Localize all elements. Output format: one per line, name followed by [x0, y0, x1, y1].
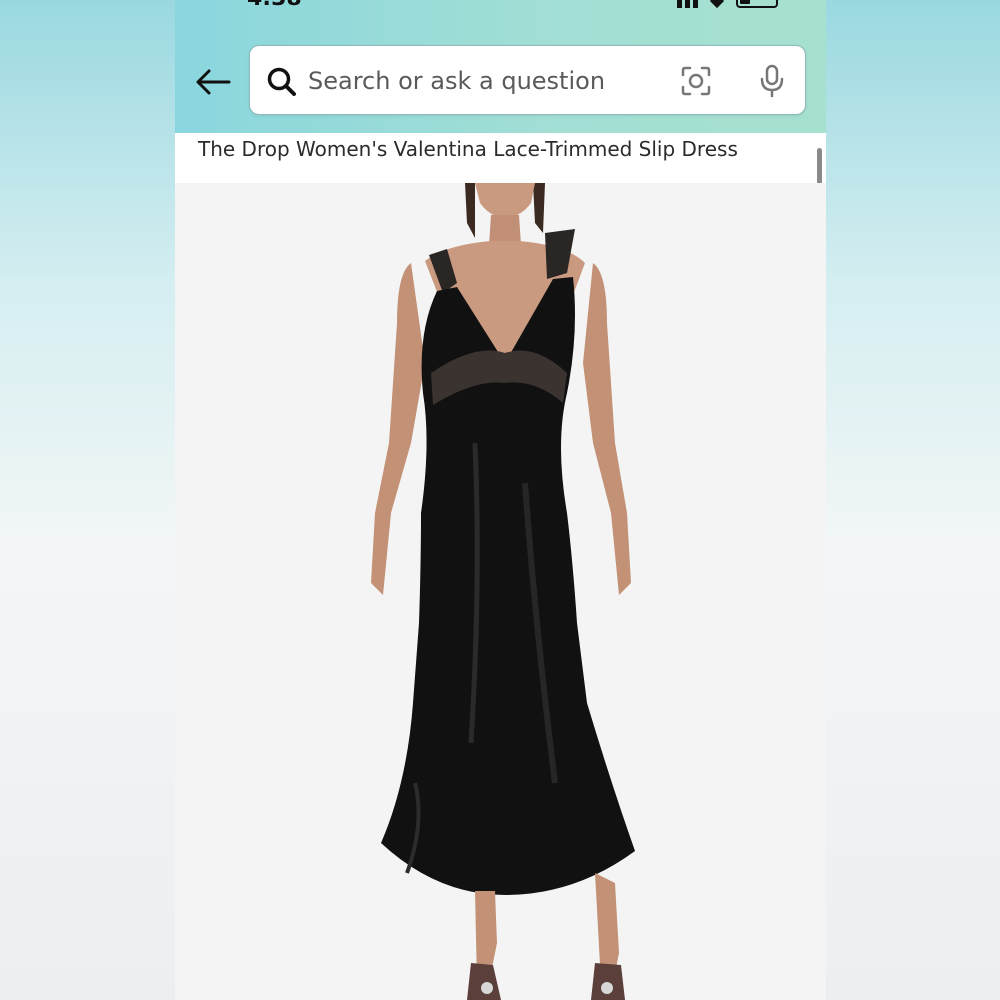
status-time: 4:38	[247, 0, 302, 11]
back-arrow-icon	[196, 69, 231, 95]
top-bar: 4:38	[175, 0, 826, 133]
wifi-icon	[709, 0, 725, 9]
search-bar[interactable]	[249, 45, 806, 115]
battery-icon	[736, 0, 778, 8]
search-input[interactable]	[308, 60, 668, 102]
product-image	[371, 183, 635, 1000]
product-image-area[interactable]	[175, 183, 826, 1000]
status-icons	[677, 0, 778, 9]
signal-icon	[677, 0, 698, 8]
back-button[interactable]	[193, 62, 233, 102]
background-blur-left	[0, 0, 175, 1000]
camera-lens-icon[interactable]	[680, 65, 712, 97]
search-icon	[267, 67, 296, 96]
product-title[interactable]: The Drop Women's Valentina Lace-Trimmed …	[198, 137, 738, 161]
microphone-icon[interactable]	[758, 64, 786, 98]
phone-screen: 4:38	[175, 0, 826, 1000]
product-title-row: The Drop Women's Valentina Lace-Trimmed …	[175, 133, 826, 183]
background-blur-right	[826, 0, 1000, 1000]
